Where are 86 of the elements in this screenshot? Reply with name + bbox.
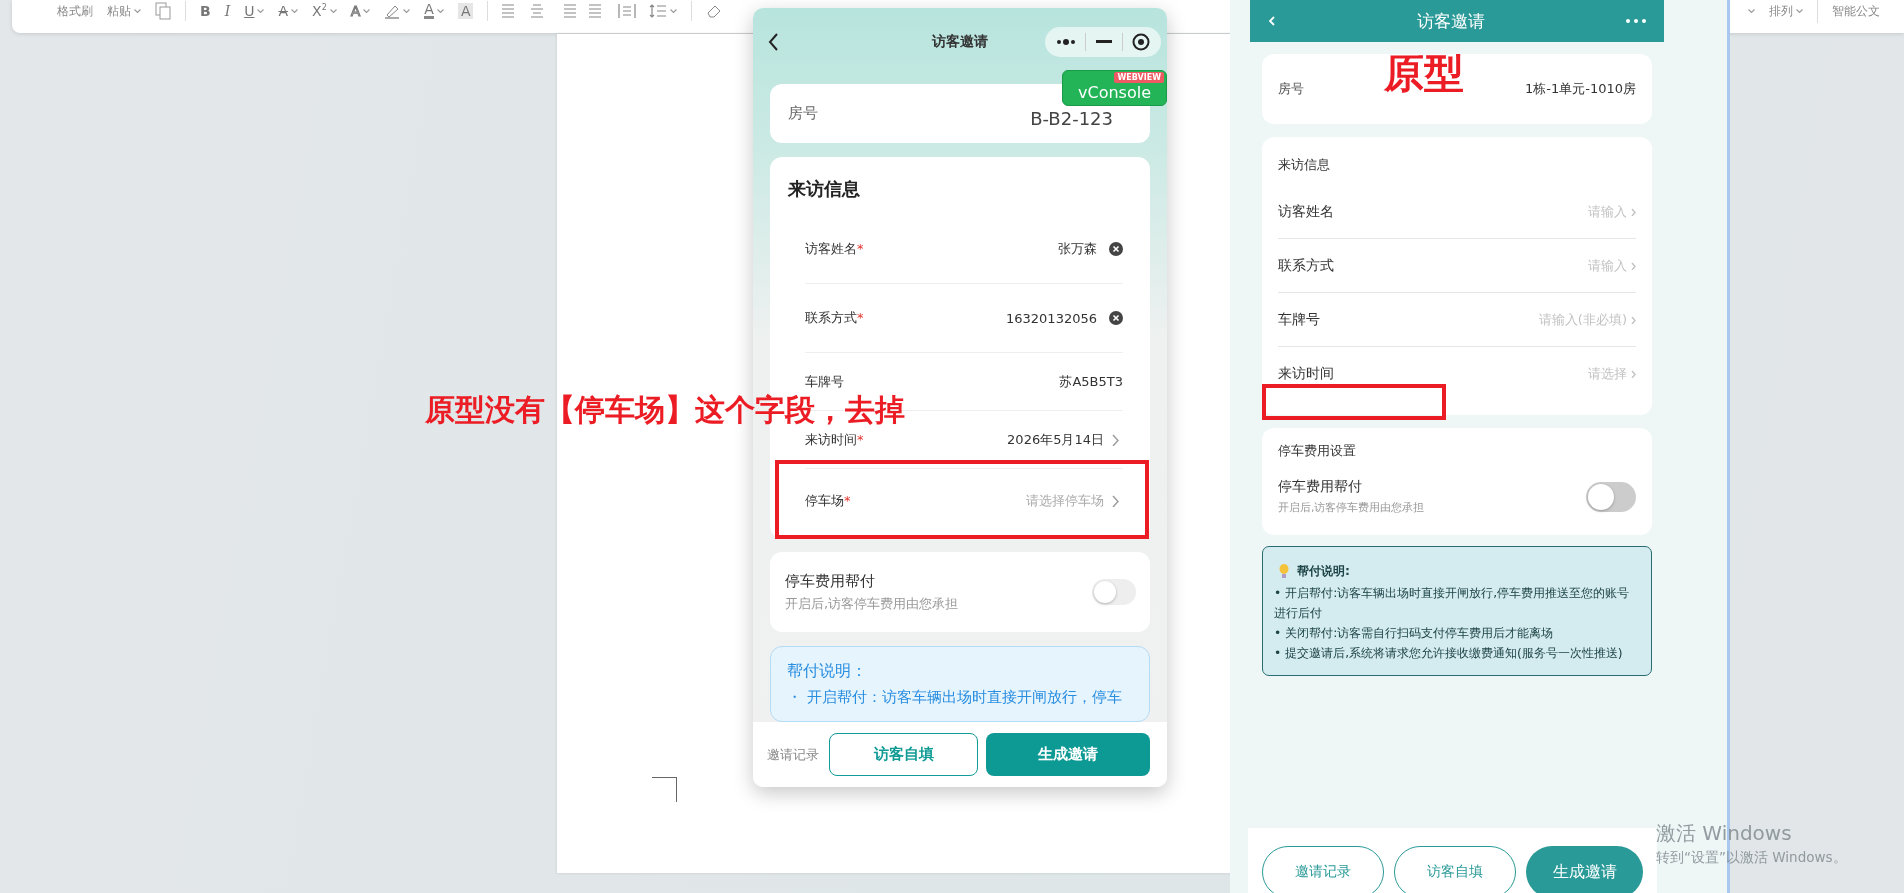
fee-note: 开启后,访客停车费用由您承担: [785, 594, 959, 613]
clear-icon[interactable]: [1109, 311, 1123, 325]
activation-title: 激活 Windows: [1656, 820, 1793, 847]
activation-subtitle: 转到“设置”以激活 Windows。: [1656, 849, 1847, 867]
toggle-switch[interactable]: [1092, 579, 1136, 605]
field-label: 车牌号: [805, 372, 844, 391]
annotation-text: 原型没有【停车场】这个字段，去掉: [425, 395, 905, 425]
toolbar-button[interactable]: 格式刷: [57, 2, 93, 20]
toolbar-button[interactable]: A: [350, 3, 371, 19]
field-label: 访客姓名: [1278, 202, 1334, 221]
field-value: 苏A5B5T3: [1059, 372, 1123, 391]
help-title: 帮付说明:: [1297, 563, 1350, 580]
invite-history-link[interactable]: 邀请记录: [767, 745, 819, 764]
clear-icon[interactable]: [1109, 242, 1123, 256]
caret-icon: [670, 8, 678, 14]
form-row[interactable]: 来访时间 请选择: [1278, 347, 1636, 400]
toolbar-button[interactable]: A: [424, 3, 444, 19]
field-label: 停车场*: [805, 491, 851, 510]
copy-icon[interactable]: [155, 2, 171, 20]
vconsole-label: vConsole: [1078, 84, 1151, 102]
toolbar-button[interactable]: U: [244, 3, 265, 19]
minimize-icon[interactable]: [1096, 40, 1112, 44]
chevron-right-icon: [1631, 261, 1636, 270]
section-title: 停车费用设置: [1278, 442, 1357, 460]
highlighter-icon: [384, 3, 401, 19]
toolbar-button[interactable]: 智能公文: [1832, 2, 1880, 20]
eraser-icon[interactable]: [706, 3, 723, 19]
page-title: 访客邀请: [932, 33, 988, 51]
page-title: 访客邀请: [1417, 9, 1485, 33]
field-value: 张万森: [1058, 240, 1097, 258]
field-value: 1栋-1单元-1010房: [1525, 80, 1636, 98]
action-button[interactable]: 邀请记录: [1262, 846, 1384, 893]
toggle-switch[interactable]: [1586, 481, 1636, 512]
select-field[interactable]: 请选择停车场: [1026, 491, 1119, 510]
chevron-right-icon: [1631, 369, 1636, 378]
action-button[interactable]: 访客自填: [1394, 846, 1516, 893]
fee-title: 停车费用帮付: [1278, 478, 1363, 496]
caret-icon: [1748, 8, 1755, 14]
toolbar-button[interactable]: A: [457, 3, 474, 19]
help-text: ・ 开启帮付：访客车辆出场时直接开闸放行，停车: [787, 688, 1123, 707]
help-title: 帮付说明：: [787, 661, 868, 682]
help-text: • 提交邀请后,系统将请求您允许接收缴费通知(服务号一次性推送): [1274, 645, 1624, 662]
close-circle-icon[interactable]: [1132, 33, 1151, 51]
toolbar-button[interactable]: [384, 3, 411, 19]
field-placeholder: 请选择: [1588, 364, 1627, 383]
generate-invite-button[interactable]: 生成邀请: [986, 733, 1150, 776]
field-value: 16320132056: [1006, 310, 1097, 326]
back-icon[interactable]: [767, 32, 779, 52]
crop-mark: [652, 777, 677, 802]
field-value: B-B2-123: [1030, 108, 1113, 129]
toolbar-button[interactable]: B: [200, 3, 211, 19]
field-label: 车牌号: [1278, 310, 1320, 329]
section-title: 来访信息: [1278, 156, 1330, 174]
field-label: 访客姓名*: [805, 240, 864, 258]
visitor-fill-button[interactable]: 访客自填: [829, 733, 978, 776]
chevron-right-icon: [1631, 315, 1636, 324]
vconsole-button[interactable]: WEBVIEW vConsole: [1062, 70, 1167, 106]
line-spacing-icon: [649, 3, 668, 19]
toolbar-button[interactable]: 排列: [1769, 2, 1803, 20]
caret-icon: [403, 8, 411, 14]
more-icon[interactable]: [1055, 38, 1076, 46]
field-label: 来访时间*: [805, 430, 864, 449]
annotation-text: 原型: [1384, 49, 1464, 98]
toolbar-button[interactable]: X$^{2}$: [312, 3, 337, 19]
field-label: 房号: [1278, 80, 1304, 98]
ribbon-label: WEBVIEW: [1114, 72, 1164, 83]
toolbar-button[interactable]: 粘贴: [107, 2, 141, 20]
field-label: 房号: [788, 104, 818, 123]
fee-title: 停车费用帮付: [785, 571, 876, 591]
chevron-right-icon: [1112, 433, 1119, 446]
chevron-right-icon: [1112, 494, 1119, 507]
field-label: 联系方式*: [805, 309, 864, 327]
toolbar-button[interactable]: I: [224, 3, 231, 19]
field-label: 来访时间: [1278, 364, 1334, 383]
help-text: • 关闭帮付:访客需自行扫码支付停车费用后才能离场: [1274, 625, 1555, 642]
fee-note: 开启后,访客停车费用由您承担: [1278, 500, 1425, 515]
section-title: 来访信息: [787, 177, 861, 201]
generate-invite-button[interactable]: 生成邀请: [1526, 846, 1643, 893]
help-text: • 开启帮付:访客车辆出场时直接开闸放行,停车费用推送至您的账号进行后付: [1274, 585, 1631, 622]
field-value: 2026年5月14日: [1007, 430, 1104, 449]
distribute-icon[interactable]: [618, 3, 637, 19]
field-label: 联系方式: [1278, 256, 1334, 275]
lightbulb-icon: [1279, 564, 1289, 578]
toolbar-button[interactable]: [649, 3, 678, 19]
toolbar-button[interactable]: A: [278, 3, 299, 19]
chevron-right-icon: [1631, 207, 1636, 216]
